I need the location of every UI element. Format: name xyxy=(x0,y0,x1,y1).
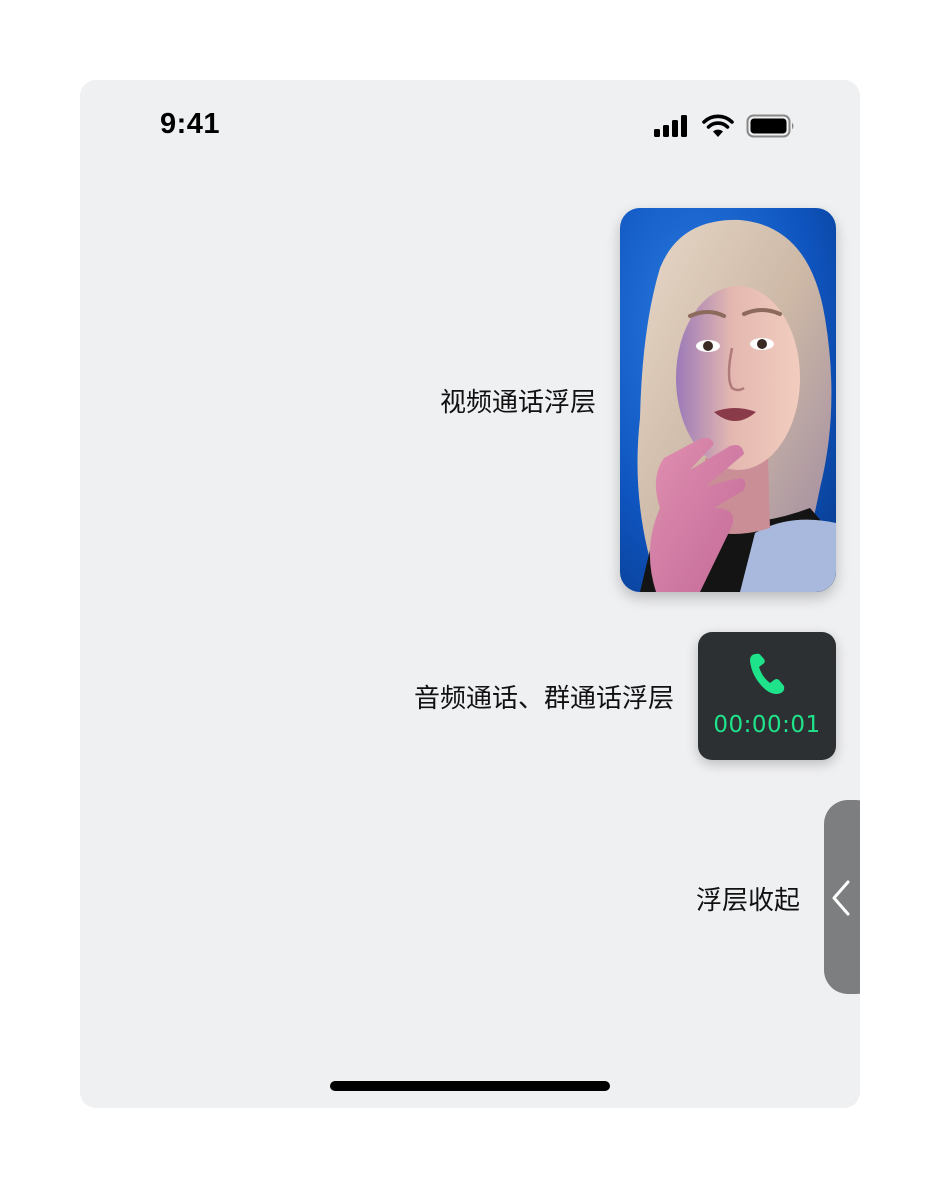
cellular-signal-icon xyxy=(654,115,690,137)
audio-call-float[interactable]: 00:00:01 xyxy=(698,632,836,760)
audio-float-label: 音频通话、群通话浮层 xyxy=(413,684,674,714)
collapse-float-label: 浮层收起 xyxy=(695,886,800,916)
wifi-icon xyxy=(702,114,734,138)
phone-icon xyxy=(748,652,786,700)
call-timer: 00:00:01 xyxy=(713,712,821,738)
chevron-left-icon xyxy=(830,880,854,920)
phone-screen: 9:41 视频通话浮层 音频通话、群通话浮层 00:00:01 浮层收起 xyxy=(80,80,860,1108)
status-icons xyxy=(654,114,796,138)
home-indicator[interactable] xyxy=(330,1081,610,1091)
battery-icon xyxy=(746,114,796,138)
status-bar: 9:41 xyxy=(80,80,860,170)
status-time: 9:41 xyxy=(160,108,221,140)
video-call-float[interactable] xyxy=(620,208,836,592)
collapsed-float-tab[interactable] xyxy=(824,800,860,994)
video-float-label: 视频通话浮层 xyxy=(439,388,596,418)
portrait-video-thumbnail xyxy=(620,208,836,592)
